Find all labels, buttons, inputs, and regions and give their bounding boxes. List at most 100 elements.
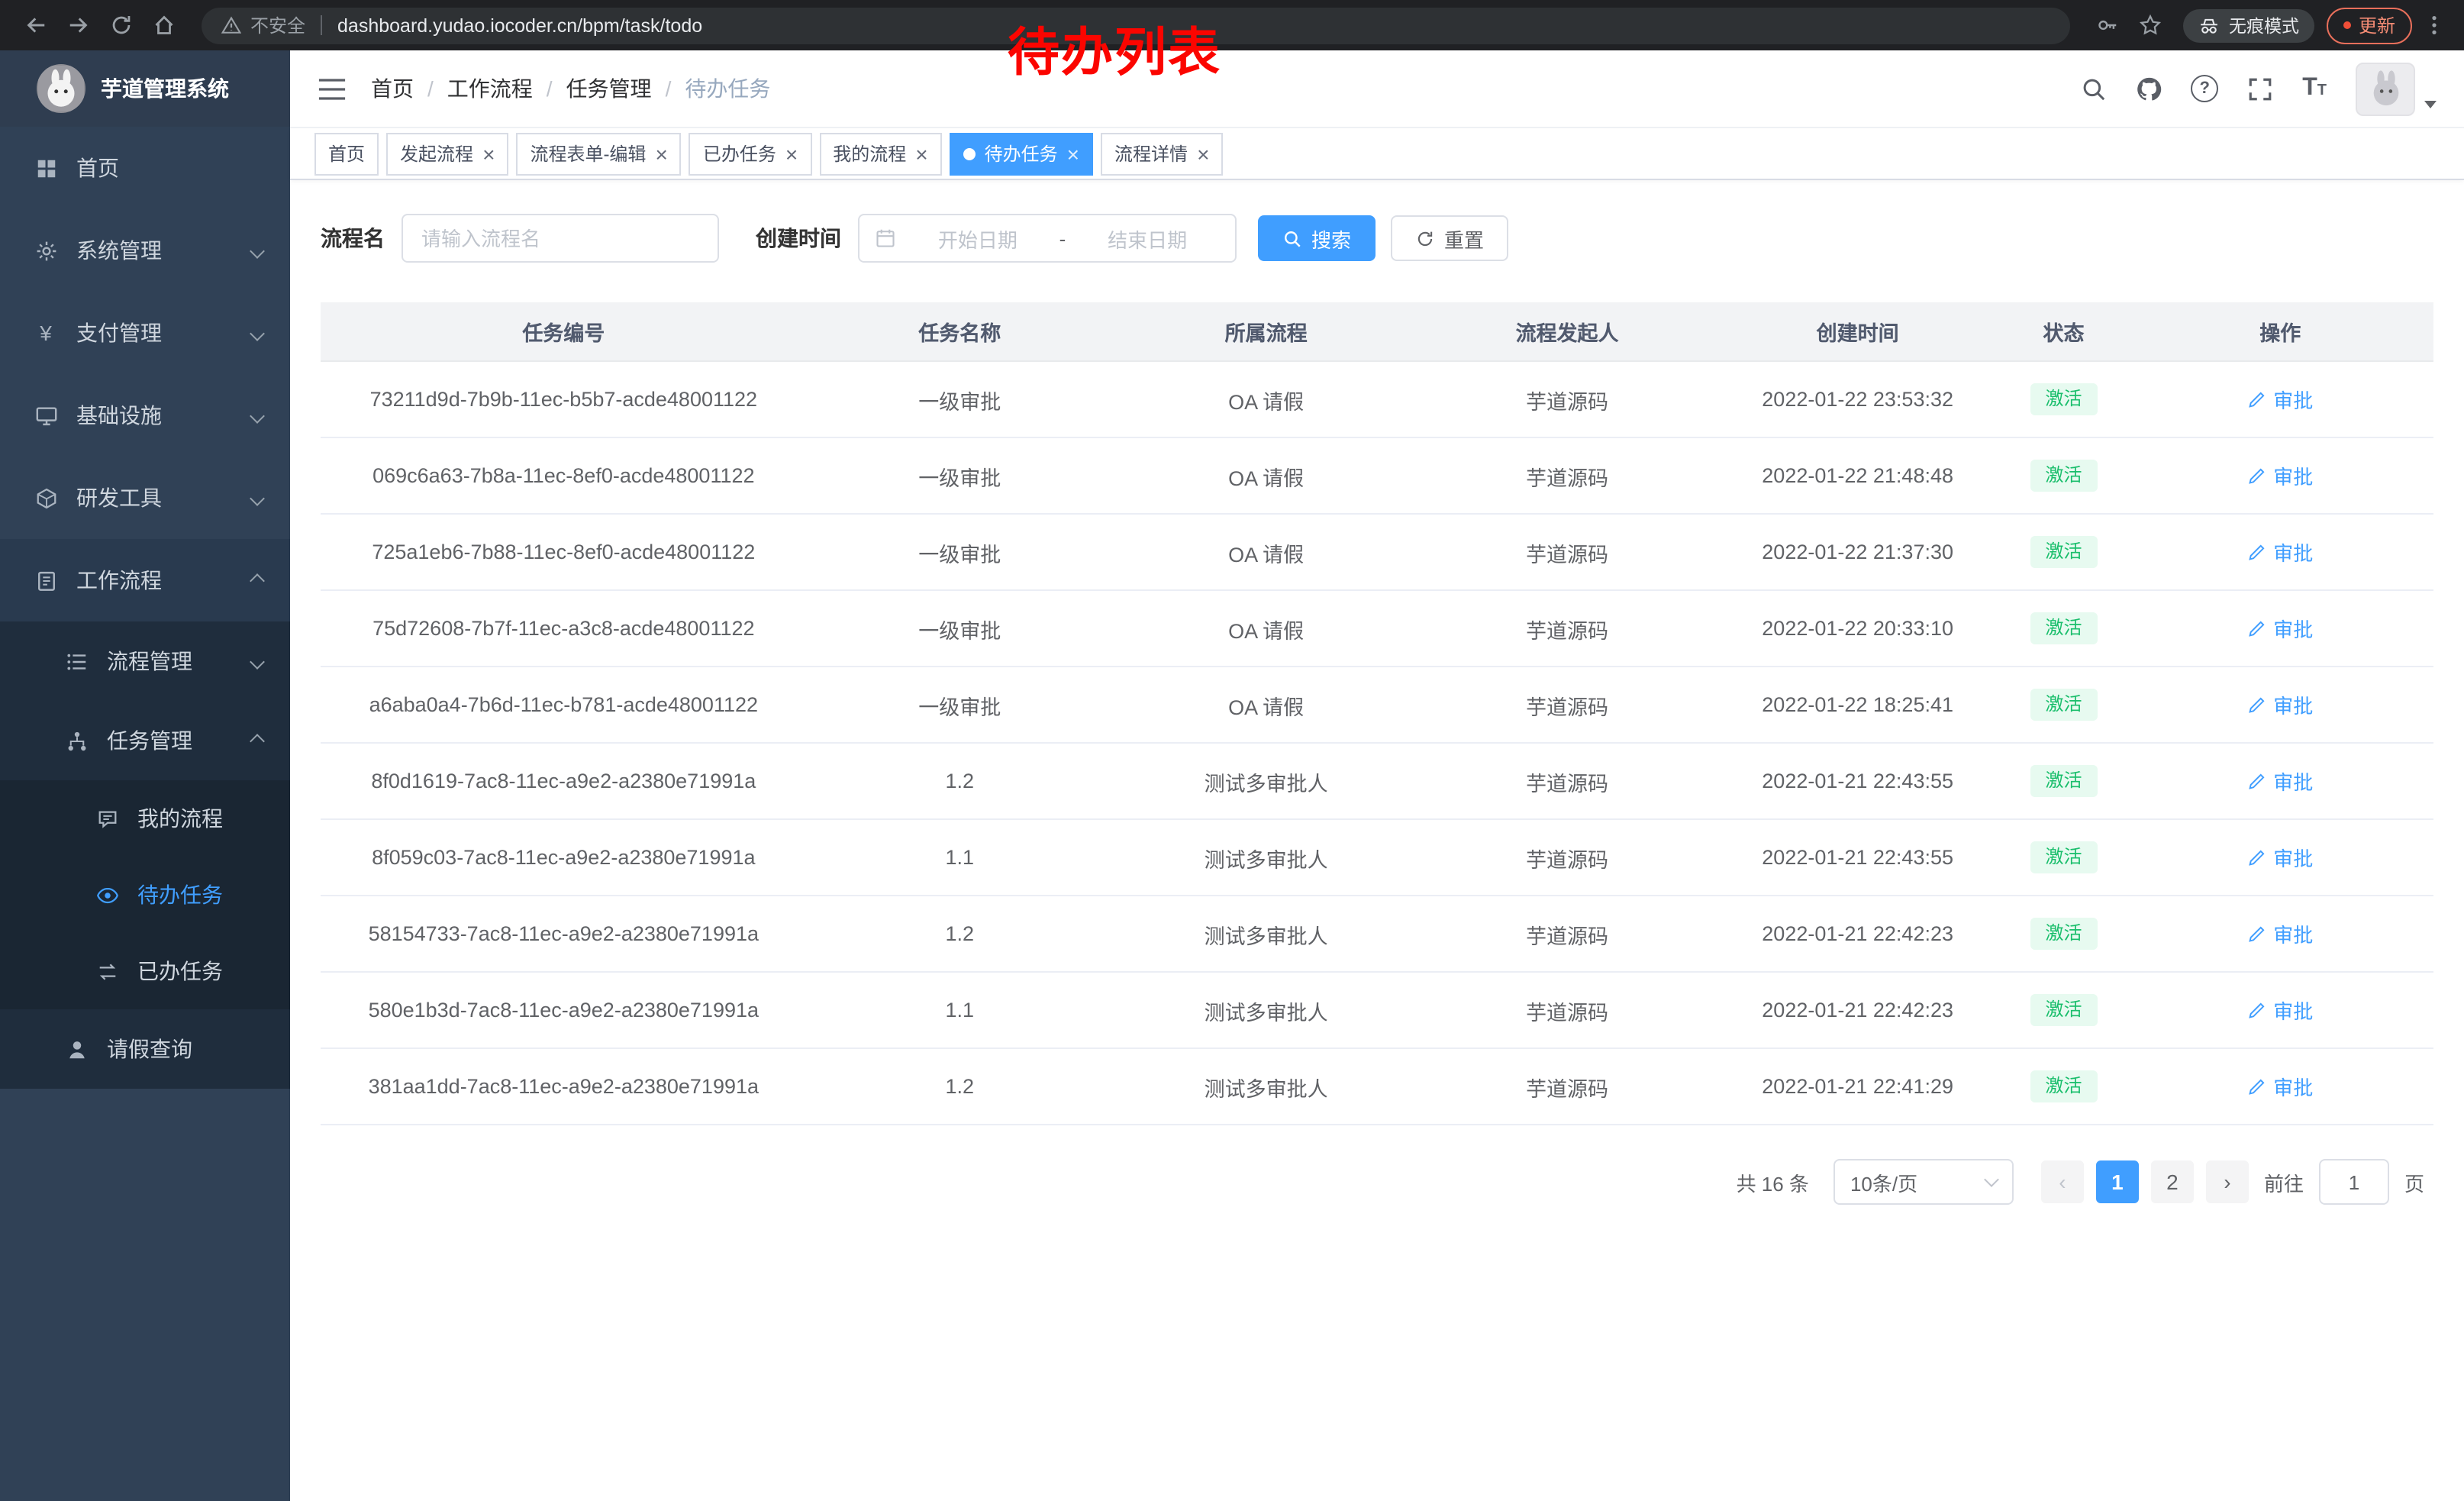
cell-action: 审批 (2127, 590, 2433, 667)
search-icon[interactable] (2081, 76, 2107, 102)
sidebar-item-home[interactable]: 首页 (0, 127, 290, 209)
date-range-picker[interactable]: 开始日期 - 结束日期 (858, 214, 1237, 263)
close-tab-icon[interactable]: × (1197, 143, 1209, 164)
app-logo[interactable]: 芋道管理系统 (0, 50, 290, 127)
password-key-icon[interactable] (2088, 5, 2128, 45)
search-button[interactable]: 搜索 (1258, 215, 1376, 261)
security-label[interactable]: 不安全 (250, 12, 305, 38)
breadcrumb-workflow[interactable]: 工作流程 (447, 73, 533, 104)
status-badge: 激活 (2030, 995, 2097, 1026)
breadcrumb-task-mgmt[interactable]: 任务管理 (566, 73, 652, 104)
forward-button[interactable] (58, 5, 98, 45)
tab-form-edit[interactable]: 流程表单-编辑× (516, 132, 681, 175)
help-icon[interactable]: ? (2191, 75, 2218, 102)
status-badge: 激活 (2030, 384, 2097, 415)
edit-icon (2247, 1000, 2267, 1020)
edit-icon (2247, 847, 2267, 867)
tab-home[interactable]: 首页 (314, 132, 379, 175)
close-tab-icon[interactable]: × (655, 143, 667, 164)
page-button-1[interactable]: 1 (2096, 1160, 2139, 1203)
pagination: 共 16 条 10条/页 ‹ 12 › 前往 页 (327, 1159, 2427, 1205)
tab-todo-tasks[interactable]: 待办任务× (950, 132, 1093, 175)
approve-link[interactable]: 审批 (2247, 767, 2313, 796)
approve-link[interactable]: 审批 (2247, 919, 2313, 948)
sidebar-item-payment-mgmt[interactable]: ¥支付管理 (0, 292, 290, 374)
approve-link[interactable]: 审批 (2247, 614, 2313, 643)
tab-start-process[interactable]: 发起流程× (386, 132, 508, 175)
approve-link[interactable]: 审批 (2247, 1072, 2313, 1101)
github-icon[interactable] (2136, 76, 2162, 102)
cell-initiator: 芋道源码 (1419, 896, 1715, 972)
chevron-down-icon (250, 654, 265, 669)
cell-status: 激活 (2000, 590, 2127, 667)
font-size-icon[interactable]: TT (2302, 75, 2327, 102)
omnibox-divider (321, 15, 322, 35)
tab-process-detail[interactable]: 流程详情× (1101, 132, 1223, 175)
tab-done-tasks[interactable]: 已办任务× (689, 132, 811, 175)
sidebar-item-done-tasks[interactable]: 已办任务 (0, 933, 290, 1009)
sidebar: 芋道管理系统 首页系统管理¥支付管理基础设施研发工具工作流程流程管理任务管理我的… (0, 50, 290, 1501)
url-text[interactable]: dashboard.yudao.iocoder.cn/bpm/task/todo (337, 15, 702, 36)
sidebar-item-label: 待办任务 (137, 880, 223, 910)
reload-button[interactable] (101, 5, 140, 45)
approve-link[interactable]: 审批 (2247, 996, 2313, 1025)
sidebar-item-dev-tools[interactable]: 研发工具 (0, 457, 290, 539)
reset-button[interactable]: 重置 (1391, 215, 1508, 261)
sidebar-item-label: 请假查询 (107, 1034, 192, 1064)
goto-page-input[interactable] (2319, 1159, 2389, 1205)
chevron-down-icon (250, 408, 265, 423)
close-tab-icon[interactable]: × (482, 143, 495, 164)
sidebar-item-leave-query[interactable]: 请假查询 (0, 1009, 290, 1089)
sidebar-item-task-mgmt[interactable]: 任务管理 (0, 701, 290, 780)
cell-process: 测试多审批人 (1113, 1048, 1419, 1125)
cell-process: OA 请假 (1113, 437, 1419, 514)
next-page-button[interactable]: › (2206, 1160, 2249, 1203)
approve-link[interactable]: 审批 (2247, 537, 2313, 567)
approve-link[interactable]: 审批 (2247, 690, 2313, 719)
process-name-label: 流程名 (321, 223, 385, 253)
user-avatar-menu[interactable] (2356, 62, 2437, 115)
payment-icon: ¥ (34, 321, 58, 345)
breadcrumb-home[interactable]: 首页 (371, 73, 414, 104)
prev-page-button[interactable]: ‹ (2041, 1160, 2084, 1203)
range-separator: - (1059, 227, 1066, 250)
process-icon (64, 649, 89, 673)
cell-task-name: 1.2 (807, 1048, 1113, 1125)
sidebar-item-my-process[interactable]: 我的流程 (0, 780, 290, 857)
sidebar-item-todo-tasks[interactable]: 待办任务 (0, 857, 290, 933)
sidebar-item-process-mgmt[interactable]: 流程管理 (0, 621, 290, 701)
sidebar-item-label: 工作流程 (76, 565, 162, 596)
close-tab-icon[interactable]: × (1067, 143, 1079, 164)
dashboard-icon (34, 156, 58, 180)
approve-link[interactable]: 审批 (2247, 461, 2313, 490)
incognito-label: 无痕模式 (2229, 13, 2299, 37)
home-button[interactable] (144, 5, 183, 45)
collapse-sidebar-icon[interactable] (318, 76, 347, 102)
approve-link[interactable]: 审批 (2247, 385, 2313, 414)
process-name-input[interactable] (402, 214, 719, 263)
chrome-menu-icon[interactable] (2418, 5, 2449, 45)
page-buttons: 12 (2096, 1160, 2194, 1203)
back-button[interactable] (15, 5, 55, 45)
approve-link[interactable]: 审批 (2247, 843, 2313, 872)
cell-status: 激活 (2000, 743, 2127, 819)
page-button-2[interactable]: 2 (2151, 1160, 2194, 1203)
edit-icon (2247, 466, 2267, 486)
tab-my-process[interactable]: 我的流程× (819, 132, 941, 175)
sidebar-item-infrastructure[interactable]: 基础设施 (0, 374, 290, 457)
status-badge: 激活 (2030, 842, 2097, 873)
column-header: 所属流程 (1113, 302, 1419, 361)
close-tab-icon[interactable]: × (785, 143, 798, 164)
close-tab-icon[interactable]: × (915, 143, 927, 164)
sidebar-item-system-mgmt[interactable]: 系统管理 (0, 209, 290, 292)
column-header: 任务名称 (807, 302, 1113, 361)
sidebar-item-workflow[interactable]: 工作流程 (0, 539, 290, 621)
leave-icon (64, 1037, 89, 1061)
update-button[interactable]: 更新 (2327, 7, 2412, 44)
bookmark-star-icon[interactable] (2131, 5, 2171, 45)
fullscreen-icon[interactable] (2247, 76, 2273, 102)
cell-initiator: 芋道源码 (1419, 590, 1715, 667)
page-size-select[interactable]: 10条/页 (1833, 1159, 2014, 1205)
cell-status: 激活 (2000, 896, 2127, 972)
status-badge: 激活 (2030, 689, 2097, 721)
